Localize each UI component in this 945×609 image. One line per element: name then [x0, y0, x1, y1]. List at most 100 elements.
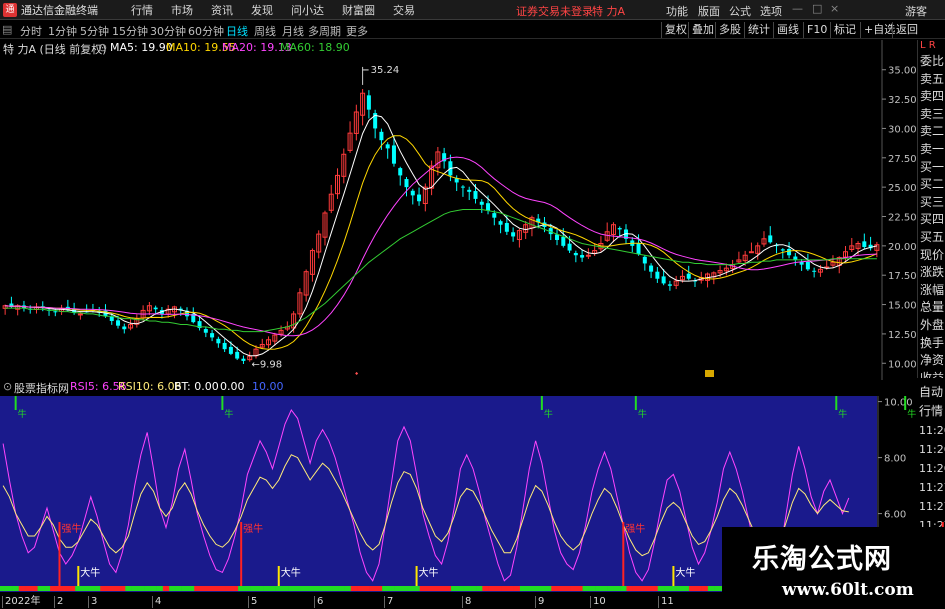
- tab-daily[interactable]: 日线: [226, 23, 248, 39]
- signal-band: [212, 586, 220, 591]
- mark-button[interactable]: 标记: [830, 22, 859, 38]
- quote-field-label: 委比: [920, 54, 945, 68]
- tab-multi-period[interactable]: 多周期: [308, 23, 341, 39]
- ox-signal-label: 牛: [838, 408, 847, 420]
- panel-lr-label[interactable]: L R: [920, 40, 936, 52]
- candle-body: [385, 144, 390, 149]
- signal-band: [689, 586, 696, 591]
- menu-item-formula[interactable]: 公式: [729, 3, 751, 19]
- overlay-button[interactable]: 叠加: [688, 22, 717, 38]
- signal-band: [576, 586, 583, 591]
- login-status[interactable]: 证券交易未登录: [516, 3, 593, 19]
- signal-band: [288, 586, 295, 591]
- signal-band: [714, 586, 721, 591]
- ma20-line: [5, 156, 877, 337]
- tab-monthly[interactable]: 月线: [282, 23, 304, 39]
- indicator-side-label: 自动: [919, 385, 943, 399]
- signal-band: [425, 586, 433, 591]
- ox-signal-label: 牛: [907, 408, 916, 420]
- signal-band: [144, 586, 151, 591]
- adjust-button[interactable]: 复权: [661, 22, 690, 38]
- big-ox-signal-label: 大牛: [419, 566, 439, 579]
- quote-field-label: 涨跌: [920, 265, 945, 280]
- maximize-icon[interactable]: □: [812, 2, 822, 15]
- account-label[interactable]: 游客: [905, 3, 927, 19]
- signal-band: [275, 586, 283, 591]
- tab-60min[interactable]: 60分钟: [188, 23, 224, 39]
- candle-body: [467, 189, 472, 192]
- time-axis-label: 2022年: [2, 596, 40, 608]
- menu-bar: 通 通达信金融终端 行情 市场 资讯 发现 问小达 财富圈 交易: [0, 0, 945, 20]
- back-button[interactable]: 返回: [892, 22, 921, 38]
- signal-band: [300, 586, 308, 591]
- signal-band: [651, 586, 659, 591]
- candle-body: [636, 242, 641, 255]
- menu-item-discover[interactable]: 发现: [251, 2, 273, 18]
- menu-item-wealth[interactable]: 财富圈: [342, 2, 375, 18]
- menu-item-layout[interactable]: 版面: [698, 3, 720, 19]
- quote-panel: L R 委比 卖五 卖四 卖三 卖二 卖一 买一 买二 买三 买四 买五 现价 涨跌 涨幅 总量 外盘 换手 净资收…: [917, 40, 945, 385]
- tab-5min[interactable]: 5分钟: [80, 23, 109, 39]
- signal-band: [613, 586, 621, 591]
- signal-band: [413, 586, 421, 591]
- candlestick-chart[interactable]: 35.00 32.50 30.00 27.50 25.00 22.50 20.00 17.50…: [0, 40, 917, 380]
- menu-item-trade[interactable]: 交易: [393, 2, 415, 18]
- price-tick-label: 32.50: [888, 95, 917, 106]
- menu-item-options[interactable]: 选项: [760, 3, 782, 19]
- candle-body: [410, 190, 415, 196]
- tab-1min[interactable]: 1分钟: [48, 23, 77, 39]
- signal-band: [244, 586, 251, 591]
- signal-band: [707, 586, 715, 591]
- buy-zone-label: 强牛: [243, 522, 263, 535]
- time-axis-label: 6: [314, 596, 323, 608]
- draw-line-button[interactable]: 画线: [773, 22, 802, 38]
- signal-band: [231, 586, 239, 591]
- menu-toggle-icon[interactable]: ▤: [2, 23, 12, 36]
- candle-body: [805, 261, 810, 270]
- stock-name: 特 力A: [592, 5, 626, 18]
- tab-more[interactable]: 更多: [346, 23, 368, 39]
- close-icon[interactable]: ×: [830, 2, 839, 15]
- multi-stock-button[interactable]: 多股: [715, 22, 744, 38]
- candle-body: [210, 333, 215, 338]
- signal-band: [350, 586, 358, 591]
- candle-body: [366, 95, 371, 110]
- ox-signal-label: 牛: [638, 408, 647, 420]
- stats-button[interactable]: 统计: [744, 22, 773, 38]
- signal-band: [682, 586, 690, 591]
- minimize-icon[interactable]: —: [792, 2, 803, 15]
- quote-field-label: 外盘: [920, 318, 945, 332]
- price-tick-label: 12.50: [888, 330, 917, 341]
- quote-field-label: 净资: [920, 353, 945, 368]
- watermark-banner: 乐淘公式网 www.60lt.com: [722, 527, 945, 609]
- ox-signal-label: 牛: [544, 408, 553, 420]
- indicator-side-label: 11:27: [919, 481, 945, 494]
- menu-item-assistant[interactable]: 问小达: [291, 2, 324, 18]
- signal-band: [369, 586, 377, 591]
- menu-item-markets[interactable]: 市场: [171, 2, 193, 18]
- menu-item-market[interactable]: 行情: [131, 2, 153, 18]
- signal-band: [551, 586, 558, 591]
- watermark-url: www.60lt.com: [782, 580, 914, 600]
- tab-weekly[interactable]: 周线: [254, 23, 276, 39]
- candle-body: [404, 179, 409, 188]
- quote-field-label: 买五: [920, 230, 945, 244]
- price-tick-label: 20.00: [888, 242, 917, 253]
- price-tick-label: 17.50: [888, 271, 917, 282]
- tab-30min[interactable]: 30分钟: [150, 23, 186, 39]
- tab-15min[interactable]: 15分钟: [112, 23, 148, 39]
- signal-band: [388, 586, 395, 591]
- candle-body: [203, 329, 208, 333]
- signal-band: [131, 586, 139, 591]
- signal-band: [137, 586, 145, 591]
- signal-band: [206, 586, 214, 591]
- candle-body: [379, 131, 384, 141]
- signal-band: [444, 586, 452, 591]
- menu-item-function[interactable]: 功能: [666, 3, 688, 19]
- signal-band: [544, 586, 552, 591]
- f10-button[interactable]: F10: [803, 22, 830, 38]
- tab-intraday[interactable]: 分时: [20, 23, 42, 39]
- menu-item-news[interactable]: 资讯: [211, 2, 233, 18]
- price-tick-label: 25.00: [888, 183, 917, 194]
- signal-band: [695, 586, 702, 591]
